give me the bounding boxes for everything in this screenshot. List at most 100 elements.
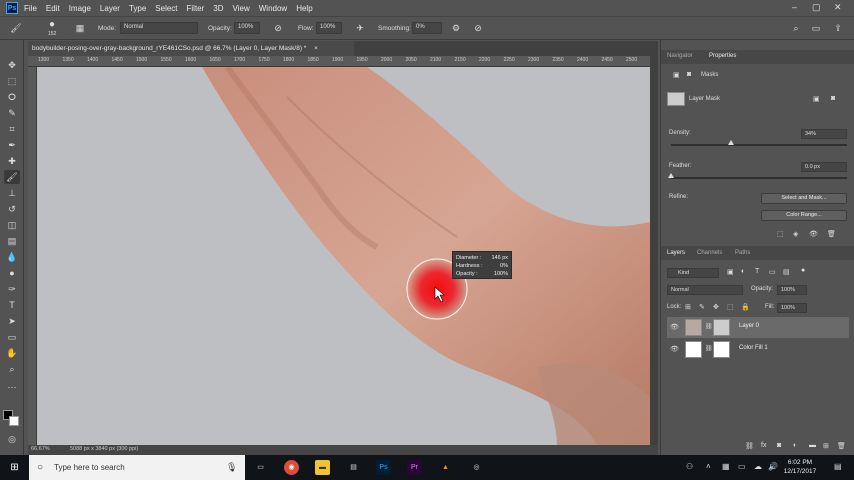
add-mask-icon[interactable]: ◙ bbox=[777, 442, 781, 449]
density-field[interactable]: 34% bbox=[801, 129, 847, 139]
menu-layer[interactable]: Layer bbox=[100, 4, 120, 13]
add-pixel-mask-icon[interactable]: ▣ bbox=[813, 95, 820, 103]
blur-tool-icon[interactable]: 💧 bbox=[4, 250, 20, 264]
file-explorer-icon[interactable]: ▬ bbox=[315, 460, 330, 475]
shape-tool-icon[interactable]: ▭ bbox=[4, 330, 20, 344]
tab-channels[interactable]: Channels bbox=[697, 250, 722, 256]
feather-slider[interactable] bbox=[671, 177, 847, 179]
vector-mask-icon[interactable]: ◙ bbox=[687, 71, 691, 78]
select-and-mask-button[interactable]: Select and Mask... bbox=[761, 193, 847, 204]
lock-artboard-icon[interactable]: ⬚ bbox=[727, 303, 734, 311]
layer-row-layer-0[interactable]: 👁 ⛓ Layer 0 bbox=[667, 317, 849, 338]
layer-mask-thumbnail[interactable] bbox=[713, 341, 730, 358]
opacity-field[interactable]: 100% bbox=[234, 22, 260, 34]
new-layer-icon[interactable]: ⊞ bbox=[823, 442, 829, 450]
menu-help[interactable]: Help bbox=[296, 4, 312, 13]
windows-start-icon[interactable]: ⊞ bbox=[7, 460, 22, 475]
load-selection-icon[interactable]: ⬚ bbox=[777, 230, 784, 238]
gradient-tool-icon[interactable]: ▤ bbox=[4, 234, 20, 248]
color-range-button[interactable]: Color Range... bbox=[761, 210, 847, 221]
background-color-swatch[interactable] bbox=[9, 416, 19, 426]
obs-icon[interactable]: ◎ bbox=[469, 460, 484, 475]
pressure-opacity-icon[interactable]: ⊘ bbox=[272, 22, 284, 34]
history-brush-tool-icon[interactable]: ↺ bbox=[4, 202, 20, 216]
blend-mode-select[interactable]: Normal bbox=[667, 285, 743, 295]
menu-type[interactable]: Type bbox=[129, 4, 146, 13]
menu-file[interactable]: File bbox=[24, 4, 37, 13]
toggle-mask-eye-icon[interactable]: 👁 bbox=[809, 230, 818, 238]
move-tool-icon[interactable]: ✥ bbox=[4, 58, 20, 72]
network-icon[interactable]: ▦ bbox=[722, 462, 730, 471]
document-tab[interactable]: bodybuilder-posing-over-gray-background_… bbox=[28, 41, 354, 56]
lock-transparent-icon[interactable]: ⊞ bbox=[685, 303, 691, 311]
brush-tool-icon[interactable]: 🖌 bbox=[10, 22, 22, 34]
filter-toggle-icon[interactable]: ● bbox=[801, 267, 805, 274]
taskbar-search-input[interactable]: ○ Type here to search 🎙 bbox=[29, 455, 245, 480]
vlc-icon[interactable]: ▲ bbox=[438, 460, 453, 475]
tab-layers[interactable]: Layers bbox=[667, 250, 685, 256]
notifications-icon[interactable]: ▤ bbox=[834, 462, 842, 471]
pixel-mask-icon[interactable]: ▣ bbox=[673, 71, 680, 79]
canvas[interactable] bbox=[37, 67, 650, 445]
filter-shape-icon[interactable]: ▭ bbox=[769, 268, 776, 276]
power-icon[interactable]: ▭ bbox=[738, 462, 746, 471]
eyedropper-tool-icon[interactable]: ✒ bbox=[4, 138, 20, 152]
tray-chevron-icon[interactable]: ˄ bbox=[706, 462, 711, 471]
people-icon[interactable]: ⚇ bbox=[686, 462, 693, 471]
marquee-tool-icon[interactable]: ⬚ bbox=[4, 74, 20, 88]
apply-mask-icon[interactable]: ◈ bbox=[793, 230, 798, 238]
chrome-icon[interactable]: ◉ bbox=[284, 460, 299, 475]
tab-paths[interactable]: Paths bbox=[735, 250, 750, 256]
stamp-tool-icon[interactable]: ⊥ bbox=[4, 186, 20, 200]
smoothing-field[interactable]: 0% bbox=[412, 22, 442, 34]
airbrush-icon[interactable]: ✈ bbox=[354, 22, 366, 34]
lock-image-icon[interactable]: ✎ bbox=[699, 303, 705, 311]
quick-select-tool-icon[interactable]: ✎ bbox=[4, 106, 20, 120]
system-clock[interactable]: 6:02 PM 12/17/2017 bbox=[780, 458, 820, 476]
density-slider[interactable] bbox=[671, 144, 847, 146]
lock-all-icon[interactable]: 🔒 bbox=[741, 303, 750, 311]
premiere-taskbar-icon[interactable]: Pr bbox=[407, 460, 422, 475]
search-icon[interactable]: ⌕ bbox=[790, 22, 802, 34]
workspace-icon[interactable]: ▭ bbox=[810, 22, 822, 34]
link-layers-icon[interactable]: ⛓ bbox=[745, 442, 754, 450]
flow-field[interactable]: 100% bbox=[316, 22, 342, 34]
dodge-tool-icon[interactable]: ● bbox=[4, 266, 20, 280]
volume-icon[interactable]: 🔊 bbox=[768, 462, 778, 471]
visibility-eye-icon[interactable]: 👁 bbox=[670, 323, 679, 331]
brush-preset-icon[interactable]: ● bbox=[46, 19, 58, 31]
chain-link-icon[interactable]: ⛓ bbox=[705, 345, 713, 352]
menu-filter[interactable]: Filter bbox=[187, 4, 205, 13]
eraser-tool-icon[interactable]: ◫ bbox=[4, 218, 20, 232]
minimize-button[interactable]: – bbox=[792, 2, 797, 12]
photoshop-taskbar-icon[interactable]: Ps bbox=[376, 460, 391, 475]
layer-opacity-field[interactable]: 100% bbox=[777, 285, 807, 295]
crop-tool-icon[interactable]: ⌗ bbox=[4, 122, 20, 136]
menu-view[interactable]: View bbox=[233, 4, 250, 13]
vertical-scrollbar[interactable] bbox=[650, 56, 658, 446]
new-adjustment-icon[interactable]: ◐ bbox=[793, 442, 797, 449]
lock-position-icon[interactable]: ✥ bbox=[713, 303, 719, 311]
feather-field[interactable]: 0.0 px bbox=[801, 162, 847, 172]
menu-select[interactable]: Select bbox=[155, 4, 177, 13]
close-button[interactable]: ✕ bbox=[834, 2, 842, 13]
add-vector-mask-icon[interactable]: ◙ bbox=[831, 95, 835, 102]
filter-type-icon[interactable]: T bbox=[755, 268, 759, 275]
tab-properties[interactable]: Properties bbox=[709, 53, 736, 59]
lasso-tool-icon[interactable]: ⵔ bbox=[4, 90, 20, 104]
share-icon[interactable]: ⇪ bbox=[832, 22, 844, 34]
filter-pixel-icon[interactable]: ▣ bbox=[727, 268, 734, 276]
menu-edit[interactable]: Edit bbox=[46, 4, 60, 13]
mode-select[interactable]: Normal bbox=[120, 22, 198, 34]
healing-tool-icon[interactable]: ✚ bbox=[4, 154, 20, 168]
brush-panel-icon[interactable]: ▦ bbox=[74, 22, 86, 34]
menu-window[interactable]: Window bbox=[259, 4, 287, 13]
hand-tool-icon[interactable]: ✋ bbox=[4, 346, 20, 360]
maximize-button[interactable]: ▢ bbox=[812, 2, 821, 13]
app-icon[interactable]: ▤ bbox=[346, 460, 361, 475]
type-tool-icon[interactable]: T bbox=[4, 298, 20, 312]
fill-field[interactable]: 100% bbox=[777, 303, 807, 313]
delete-mask-icon[interactable]: 🗑 bbox=[827, 230, 836, 238]
path-select-tool-icon[interactable]: ➤ bbox=[4, 314, 20, 328]
pen-tool-icon[interactable]: ✑ bbox=[4, 282, 20, 296]
